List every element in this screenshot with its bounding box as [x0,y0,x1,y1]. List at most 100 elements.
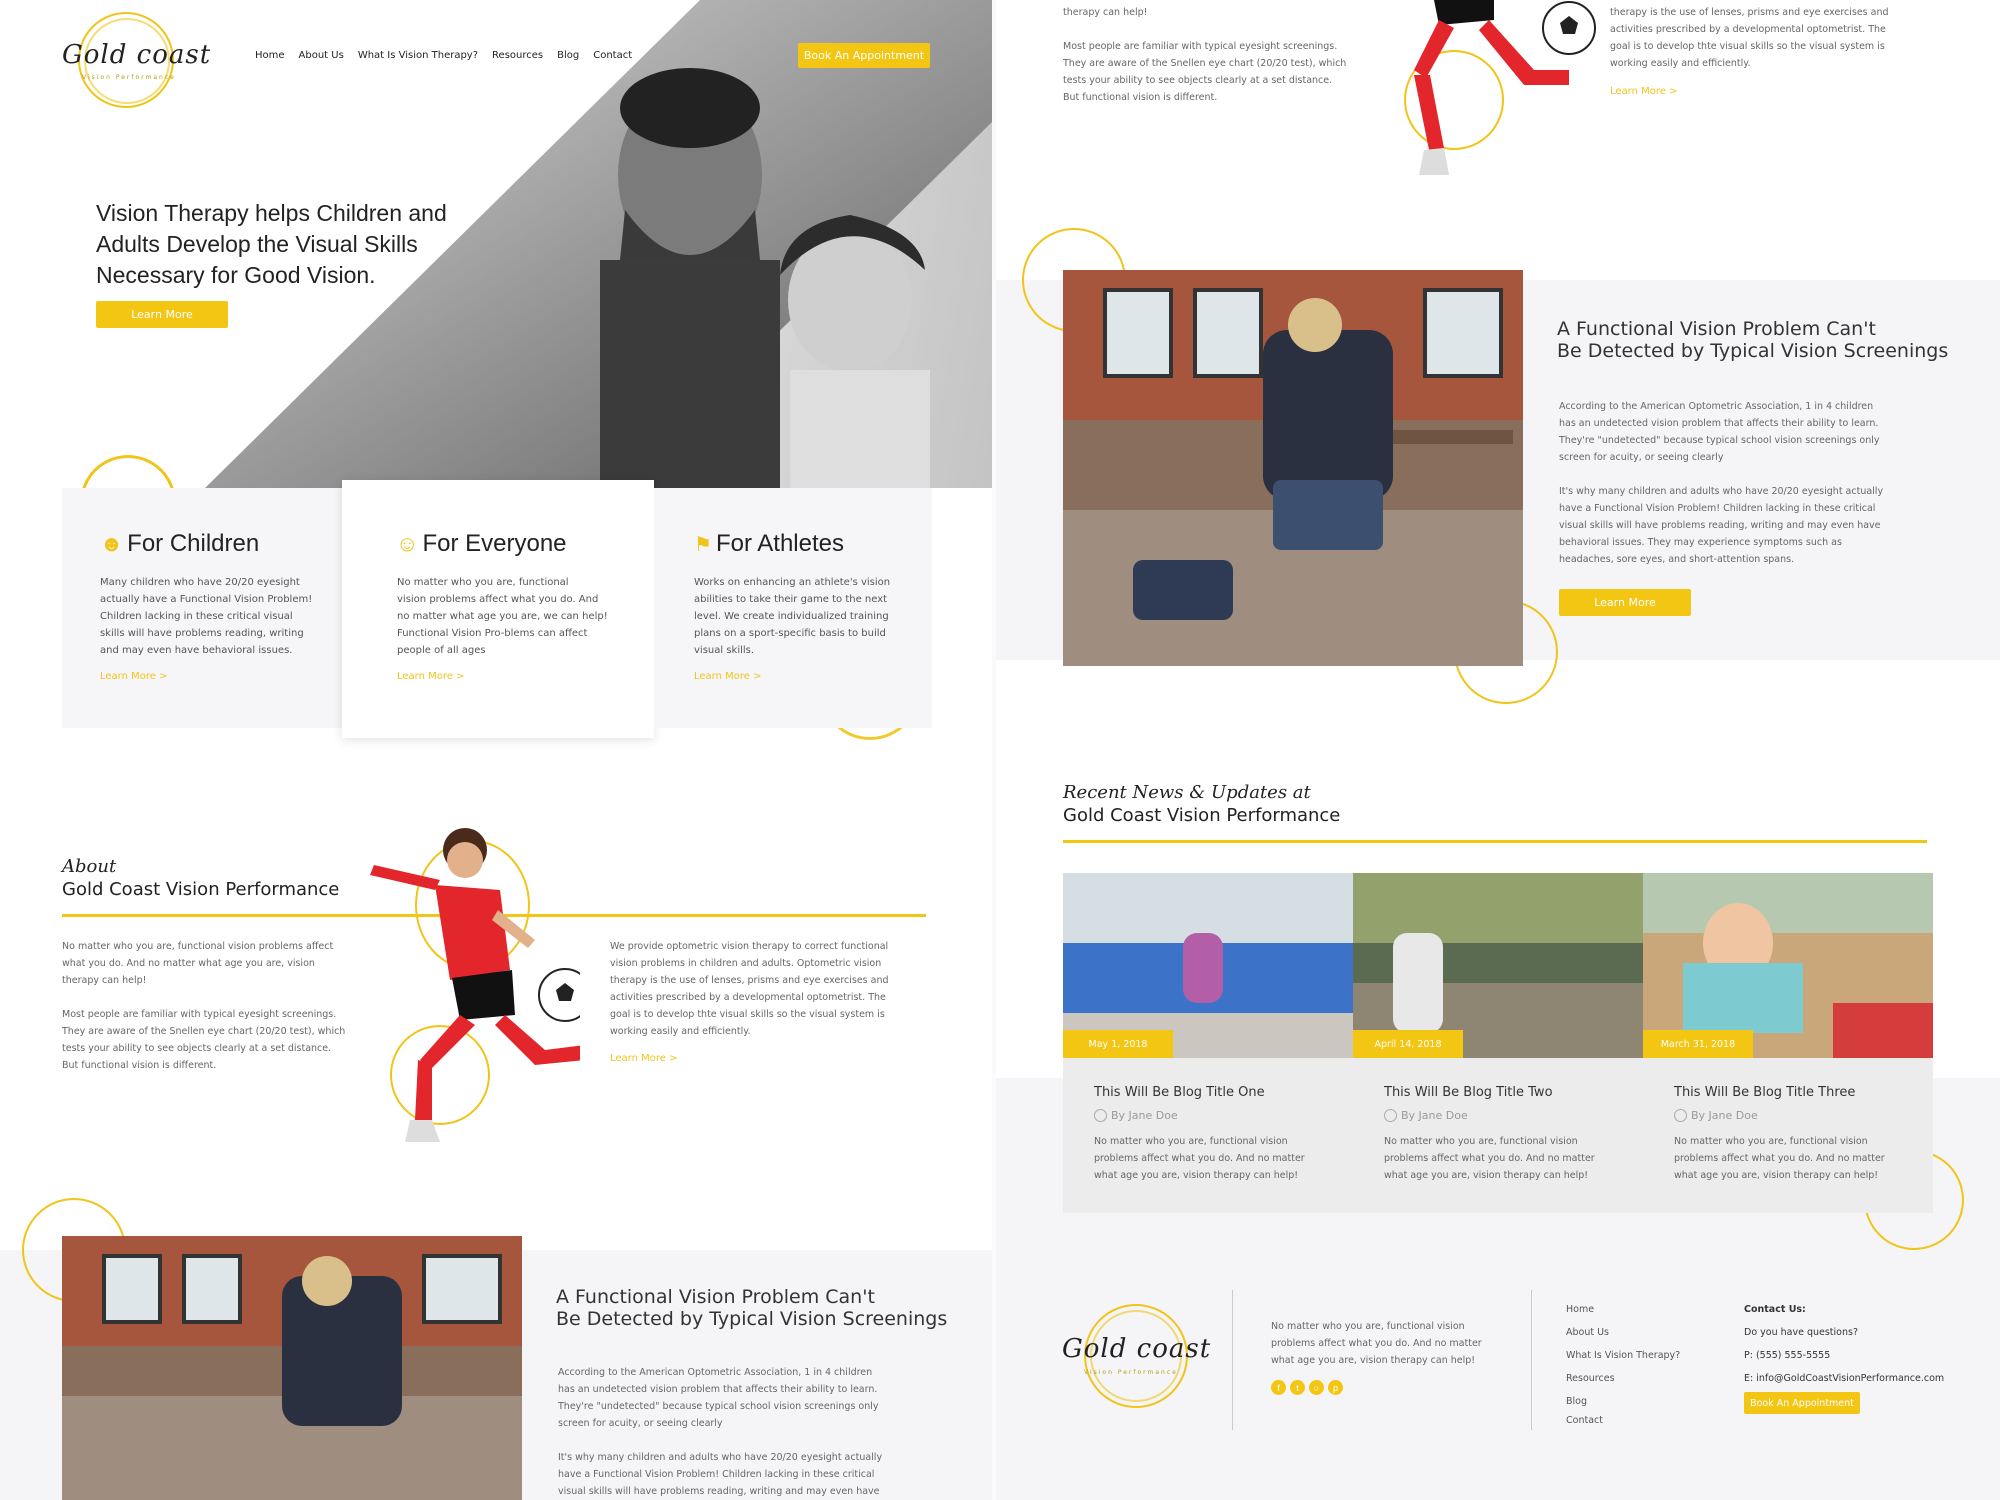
text-line: They're "undetected" because typical sch… [558,1401,879,1412]
footer-link-about[interactable]: About Us [1566,1321,1680,1344]
text-line: what age you are, vision therapy can hel… [1384,1170,1589,1181]
nav-resources[interactable]: Resources [492,50,543,61]
footer-link-home[interactable]: Home [1566,1298,1680,1321]
contact-question: Do you have questions? [1744,1327,1858,1338]
boy-bench-photo-bottom [62,1236,522,1500]
text-line: But functional vision is different. [1063,92,1218,103]
child-icon: ☻ [100,531,124,556]
text-line: therapy can help! [1063,7,1148,18]
footer-book-appointment-button[interactable]: Book An Appointment [1744,1392,1860,1414]
text-line: headaches, sore eyes, and short-attentio… [1559,554,1795,565]
card-text-line: people of all ages [397,645,486,656]
twitter-icon[interactable]: t [1290,1380,1305,1395]
card-learn-more-link[interactable]: Learn More > [694,671,761,682]
footer-divider [1232,1290,1233,1430]
user-icon [1094,1109,1107,1122]
card-learn-more-link[interactable]: Learn More > [100,671,167,682]
text-line: what age you are, vision therapy can hel… [1674,1170,1879,1181]
card-text-line: plans on a sport-specific basis to build [694,628,886,639]
blog-card[interactable]: May 1, 2018 This Will Be Blog Title One … [1063,873,1353,1213]
blog-author: By Jane Doe [1401,1109,1468,1122]
book-appointment-button[interactable]: Book An Appointment [798,43,930,68]
footer-link-resources[interactable]: Resources [1566,1367,1680,1390]
left-page: Gold coast Vision Performance Home About… [0,0,994,1500]
text-line: goal is to develop thte visual skills so… [1610,41,1885,52]
logo-subtitle: Vision Performance [82,74,176,81]
blog-card[interactable]: March 31, 2018 This Will Be Blog Title T… [1643,873,1933,1213]
problem-title-line: A Functional Vision Problem Can't [556,1286,875,1308]
blog-date: March 31, 2018 [1643,1030,1753,1058]
blog-title[interactable]: This Will Be Blog Title One [1094,1085,1265,1100]
text-line: No matter who you are, functional vision [1094,1136,1288,1147]
instagram-icon[interactable]: ○ [1309,1380,1324,1395]
card-text-line: visual skills. [694,645,755,656]
contact-phone[interactable]: P: (555) 555-5555 [1744,1344,1944,1367]
hero-learn-more-button[interactable]: Learn More [96,301,228,328]
about-right-text: We provide optometric vision therapy to … [610,938,889,1040]
pinterest-icon[interactable]: p [1328,1380,1343,1395]
main-nav: Home About Us What Is Vision Therapy? Re… [255,50,646,61]
text-line: activities prescribed by a developmental… [610,992,886,1003]
text-line: No matter who you are, functional vision [1674,1136,1868,1147]
text-line: have a Functional Vision Problem! Childr… [1559,503,1876,514]
card-text-line: actually have a Functional Vision Proble… [100,594,313,605]
blog-title[interactable]: This Will Be Blog Title Three [1674,1085,1855,1100]
footer: Gold coast Vision Performance No matter … [994,1288,2000,1500]
text-line: But functional vision is different. [62,1060,217,1071]
footer-about: No matter who you are, functional vision… [1271,1318,1482,1369]
footer-logo[interactable]: Gold coast Vision Performance [1062,1304,1212,1414]
text-line: working easily and efficiently. [1610,58,1751,69]
card-title: For Everyone [422,530,567,557]
contact-title: Contact Us: [1744,1304,1806,1315]
footer-link-vision-therapy[interactable]: What Is Vision Therapy? [1566,1344,1680,1367]
nav-vision-therapy[interactable]: What Is Vision Therapy? [358,50,478,61]
blog-card[interactable]: April 14, 2018 This Will Be Blog Title T… [1353,873,1643,1213]
card-learn-more-link[interactable]: Learn More > [397,671,464,682]
footer-link-contact[interactable]: Contact [1566,1409,1680,1432]
text-line: It's why many children and adults who ha… [558,1452,883,1463]
text-line: working easily and efficiently. [610,1026,751,1037]
text-line: screen for acuity, or seeing clearly [1559,452,1724,463]
nav-blog[interactable]: Blog [557,50,579,61]
problem-title-line: Be Detected by Typical Vision Screenings [1557,340,1949,362]
about-heading: About Gold Coast Vision Performance [62,856,339,900]
about-learn-more-link[interactable]: Learn More > [610,1053,677,1064]
text-line: behavioral issues. They may experience s… [1559,537,1842,548]
text-line: vision problems in children and adults. … [610,958,882,969]
logo[interactable]: Gold coast Vision Performance [62,12,212,112]
card-text-line: abilities to take their game to the next [694,594,888,605]
card-text-line: No matter who you are, functional [397,577,569,588]
nav-home[interactable]: Home [255,50,285,61]
blog-title[interactable]: This Will Be Blog Title Two [1384,1085,1553,1100]
hero-title-line-2: Adults Develop the Visual Skills [96,231,418,257]
user-icon [1674,1109,1687,1122]
problem-title: A Functional Vision Problem Can't Be Det… [1557,318,1948,362]
about-left-text: No matter who you are, functional vision… [62,938,345,1074]
text-line: No matter who you are, functional vision [1384,1136,1578,1147]
bicycle-icon: ⚑ [694,533,712,556]
blog-date: May 1, 2018 [1063,1030,1173,1058]
text-line: Most people are familiar with typical ey… [1063,41,1338,52]
text-line: therapy is the use of lenses, prisms and… [1610,7,1889,18]
text-line: what age you are, vision therapy can hel… [1271,1355,1476,1366]
text-line: what you do. And no matter what age you … [62,958,315,969]
hero-title: Vision Therapy helps Children and Adults… [96,198,447,291]
card-everyone: ☺ For Everyone No matter who you are, fu… [342,480,654,738]
nav-contact[interactable]: Contact [593,50,632,61]
about-title-bold: Gold Coast Vision Performance [62,879,340,900]
text-line: has an undetected vision problem that af… [558,1384,878,1395]
soccer-player-image-top [1394,0,1614,180]
group-icon: ☺ [396,531,419,556]
facebook-icon[interactable]: f [1271,1380,1286,1395]
top-left-text: therapy can help! Most people are famili… [1063,4,1346,106]
nav-about[interactable]: About Us [299,50,344,61]
contact-email[interactable]: E: info@GoldCoastVisionPerformance.com [1744,1367,1944,1390]
text-line: We provide optometric vision therapy to … [610,941,889,952]
problem-text-bottom: According to the American Optometric Ass… [558,1364,882,1500]
text-line: Most people are familiar with typical ey… [62,1009,337,1020]
top-learn-more-link[interactable]: Learn More > [1610,86,1677,97]
hero-title-line-3: Necessary for Good Vision. [96,262,376,288]
problem-learn-more-button[interactable]: Learn More [1559,589,1691,616]
footer-contact: Contact Us: Do you have questions? P: (5… [1744,1298,1944,1390]
blog-date: April 14, 2018 [1353,1030,1463,1058]
